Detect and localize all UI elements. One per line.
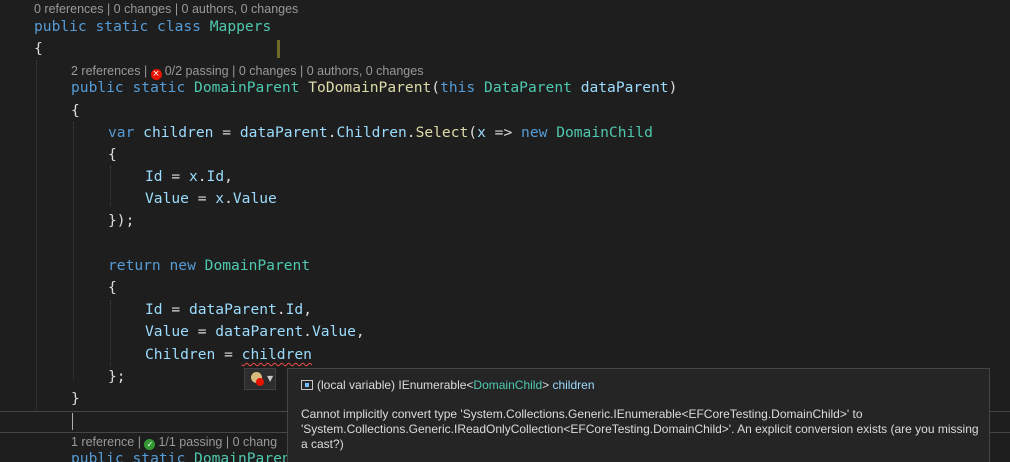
method-name: Select xyxy=(415,124,469,141)
keyword: class xyxy=(157,18,201,35)
brace: { xyxy=(34,40,43,57)
code-line-assign-children[interactable]: Children = children xyxy=(145,344,312,366)
type-name: DomainChild xyxy=(556,124,653,141)
indent-guide xyxy=(73,122,74,380)
tooltip-prefix: (local variable) IEnumerable< xyxy=(317,378,474,392)
property-name: Id xyxy=(145,301,163,318)
code-line-return[interactable]: return new DomainParent xyxy=(108,255,310,277)
type-name: DomainParent xyxy=(194,79,300,96)
keyword: public xyxy=(71,450,124,462)
code-editor[interactable]: 0 references | 0 changes | 0 authors, 0 … xyxy=(0,0,1010,462)
keyword: static xyxy=(132,79,186,96)
parameter-name: dataParent xyxy=(215,323,304,340)
property-name: Children xyxy=(336,124,407,141)
tests-status-link[interactable]: 0/2 passing xyxy=(165,64,229,78)
code-line-assign-value[interactable]: Value = x.Value xyxy=(145,188,277,210)
property-name: Value xyxy=(311,323,356,340)
error-badge-icon xyxy=(256,378,264,386)
keyword: static xyxy=(95,18,149,35)
lambda-param: x xyxy=(188,168,198,185)
references-link[interactable]: 1 reference | xyxy=(71,435,144,449)
text-cursor xyxy=(72,413,73,430)
indent-guide xyxy=(36,60,37,410)
keyword: public xyxy=(71,79,124,96)
code-line-brace[interactable]: { xyxy=(108,277,117,299)
indent-guide xyxy=(110,300,111,366)
class-name: Mappers xyxy=(209,18,272,35)
keyword: return xyxy=(108,257,161,274)
property-name: Id xyxy=(206,168,225,185)
property-name: Value xyxy=(145,323,189,340)
code-line-brace[interactable]: { xyxy=(71,100,80,122)
tooltip-suffix: > xyxy=(542,378,553,392)
type-name: DomainParen xyxy=(194,450,291,462)
code-line-class-declaration[interactable]: public static class Mappers xyxy=(34,16,271,38)
lambda-param: x xyxy=(477,124,486,141)
keyword: public xyxy=(34,18,87,35)
code-line-next-method[interactable]: public static DomainParen xyxy=(71,448,291,462)
codelens-rest: | 0 changes | 0 authors, 0 changes xyxy=(228,64,424,78)
code-line-brace[interactable]: { xyxy=(34,38,43,60)
property-name: Value xyxy=(145,190,189,207)
references-link[interactable]: 2 references | xyxy=(71,64,151,78)
parameter-name: dataParent xyxy=(239,124,328,141)
punctuation: }; xyxy=(108,368,126,385)
code-line-assign-value[interactable]: Value = dataParent.Value, xyxy=(145,321,365,343)
method-name: ToDomainParent xyxy=(308,79,432,96)
change-marker xyxy=(277,40,280,58)
local-variable-icon xyxy=(301,380,313,390)
error-squiggle-children[interactable]: children xyxy=(242,346,312,363)
code-line-assign-id[interactable]: Id = dataParent.Id, xyxy=(145,299,312,321)
type-name: DomainParent xyxy=(204,257,311,274)
type-name: DataParent xyxy=(484,79,572,96)
property-name: Id xyxy=(145,168,163,185)
tooltip-type-link[interactable]: DomainChild xyxy=(473,378,542,392)
brace: { xyxy=(108,146,117,163)
keyword: new xyxy=(169,257,196,274)
parameter-name: dataParent xyxy=(580,79,669,96)
tests-status-link[interactable]: 1/1 passing xyxy=(158,435,222,449)
quick-actions-button[interactable]: ▼ xyxy=(244,368,276,390)
tooltip-variable: children xyxy=(552,378,595,392)
lambda-param: x xyxy=(215,190,225,207)
keyword: static xyxy=(132,450,186,462)
variable-name: children xyxy=(143,124,214,141)
code-line-close[interactable]: }); xyxy=(108,210,134,232)
keyword: this xyxy=(440,79,476,96)
code-line-brace[interactable]: { xyxy=(108,144,117,166)
codelens-rest: | 0 chang xyxy=(222,435,278,449)
parameter-name: dataParent xyxy=(188,301,277,318)
code-line-close[interactable]: }; xyxy=(108,366,126,388)
keyword: new xyxy=(521,124,548,141)
keyword: var xyxy=(108,124,135,141)
brace: { xyxy=(108,279,117,296)
brace: } xyxy=(71,390,80,407)
punctuation: }); xyxy=(108,212,135,229)
property-name: Children xyxy=(145,346,216,363)
chevron-down-icon[interactable]: ▼ xyxy=(267,374,273,383)
class-codelens[interactable]: 0 references | 0 changes | 0 authors, 0 … xyxy=(34,1,298,17)
property-name: Id xyxy=(285,301,304,318)
property-name: Value xyxy=(232,190,277,207)
indent-guide xyxy=(110,166,111,206)
code-line-assign-id[interactable]: Id = x.Id, xyxy=(145,166,233,188)
error-message: Cannot implicitly convert type 'System.C… xyxy=(301,407,979,451)
quick-info-tooltip: (local variable) IEnumerable<DomainChild… xyxy=(287,368,990,462)
brace: { xyxy=(71,102,80,119)
code-line-method-signature[interactable]: public static DomainParent ToDomainParen… xyxy=(71,77,677,99)
tooltip-signature: (local variable) IEnumerable<DomainChild… xyxy=(301,377,595,393)
code-line-var-children[interactable]: var children = dataParent.Children.Selec… xyxy=(108,122,653,144)
code-line-brace[interactable]: } xyxy=(71,388,80,410)
